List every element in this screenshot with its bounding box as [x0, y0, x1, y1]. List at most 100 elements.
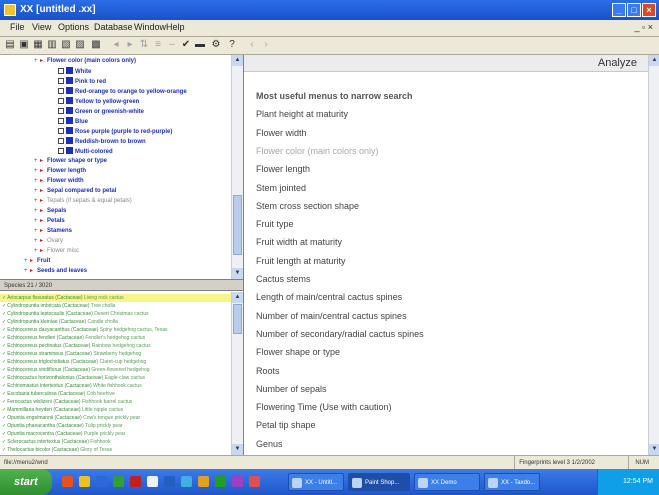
analyze-item[interactable]: Flower color (main colors only)	[256, 144, 379, 158]
tree-item[interactable]: Yellow to yellow-green	[58, 97, 139, 105]
quick-launch-icon[interactable]	[181, 476, 192, 487]
analyze-item[interactable]: Stem cross section shape	[256, 199, 359, 213]
close-button[interactable]: ×	[642, 3, 656, 17]
value-checkbox[interactable]	[58, 128, 64, 134]
value-checkbox[interactable]	[58, 78, 64, 84]
value-checkbox[interactable]	[58, 98, 64, 104]
back-icon[interactable]: ◂	[110, 39, 122, 51]
species-row[interactable]: ✓Echinocereus viridiflorus (Cactaceae) G…	[2, 366, 150, 374]
analyze-item[interactable]: Fruit width at maturity	[256, 235, 342, 249]
analyze-item[interactable]: Cactus stems	[256, 272, 311, 286]
tree-item[interactable]: Blue	[58, 117, 88, 125]
quick-launch-icon[interactable]	[113, 476, 124, 487]
analyze-item[interactable]: Flowering Time (Use with caution)	[256, 400, 392, 414]
analyze-item[interactable]: Fruit type	[256, 217, 294, 231]
list-icon[interactable]: ≡	[152, 39, 164, 51]
tree-item[interactable]: + ▸ Stamens	[34, 227, 72, 235]
scroll-up-icon[interactable]: ▲	[232, 55, 243, 66]
species-scrollbar[interactable]: ▲ ▼	[231, 292, 243, 455]
menu-help[interactable]: Help	[166, 22, 185, 32]
analyze-item[interactable]: Flower length	[256, 162, 310, 176]
species-row[interactable]: ✓Echinocereus triglochidiatus (Cactaceae…	[2, 358, 146, 366]
copy-icon[interactable]: ▧	[60, 39, 72, 51]
quick-launch-icon[interactable]	[147, 476, 158, 487]
start-button[interactable]: start	[0, 469, 52, 495]
menu-file[interactable]: File	[10, 22, 25, 32]
value-checkbox[interactable]	[58, 138, 64, 144]
tree-item[interactable]: Pink to red	[58, 77, 106, 85]
species-row[interactable]: ✓Echinocereus dasyacanthus (Cactaceae) S…	[2, 326, 168, 334]
species-row[interactable]: ✓Cylindropuntia kleiniae (Cactaceae) Can…	[2, 318, 118, 326]
analyze-item[interactable]: Stem jointed	[256, 181, 306, 195]
open-icon[interactable]: ▤	[4, 39, 16, 51]
forward-icon[interactable]: ▸	[124, 39, 136, 51]
sort-icon[interactable]: ⇅	[138, 39, 150, 51]
ok-icon[interactable]: ▬	[194, 39, 206, 51]
tree-item[interactable]: Red-orange to orange to yellow-orange	[58, 87, 187, 95]
value-checkbox[interactable]	[58, 88, 64, 94]
tree-item[interactable]: + ▸ Flower shape or type	[34, 157, 107, 165]
analyze-item[interactable]: Petal tip shape	[256, 418, 316, 432]
tree-item[interactable]: + ▸ Sepal compared to petal	[34, 187, 116, 195]
species-row[interactable]: ✓Echinocereus fendleri (Cactaceae) Fendl…	[2, 334, 145, 342]
analyze-scrollbar[interactable]: ▲ ▼	[648, 55, 659, 455]
species-row[interactable]: ✓Echinocactus horizonthalonius (Cactacea…	[2, 374, 145, 382]
species-row[interactable]: ✓Echinocereus stramineus (Cactaceae) Str…	[2, 350, 141, 358]
taskbar-button-1[interactable]: XX - Untitl...	[288, 473, 344, 491]
tree-icon[interactable]: ▨	[74, 39, 86, 51]
tree-item[interactable]: + ▸ Flower length	[34, 167, 86, 175]
help-icon[interactable]: ?	[226, 39, 238, 51]
species-row[interactable]: ✓Ferocactus wislizeni (Cactaceae) Fishho…	[2, 398, 132, 406]
quick-launch-icon[interactable]	[249, 476, 260, 487]
analyze-item[interactable]: Number of secondary/radial cactus spines	[256, 327, 424, 341]
menu-window[interactable]: Window	[134, 22, 166, 32]
tree-item[interactable]: + ▸ Ovary	[34, 237, 63, 245]
species-row[interactable]: ✓Sclerocactus intertextus (Cactaceae) Fi…	[2, 438, 111, 446]
species-row[interactable]: ✓Escobaria tuberculosa (Cactaceae) Cob b…	[2, 390, 115, 398]
tree-item[interactable]: + ▸ Flower misc	[34, 247, 79, 255]
value-checkbox[interactable]	[58, 68, 64, 74]
dash-icon[interactable]: –	[166, 39, 178, 51]
maximize-button[interactable]: □	[627, 3, 641, 17]
quick-launch-icon[interactable]	[96, 476, 107, 487]
quick-launch-icon[interactable]	[198, 476, 209, 487]
quick-launch-icon[interactable]	[62, 476, 73, 487]
scroll-thumb[interactable]	[233, 195, 242, 255]
quick-launch-icon[interactable]	[215, 476, 226, 487]
quick-launch-icon[interactable]	[79, 476, 90, 487]
tree-item[interactable]: White	[58, 67, 91, 75]
analyze-item[interactable]: Flower shape or type	[256, 345, 340, 359]
tree-item[interactable]: + ▸ Sepals	[34, 207, 66, 215]
minimize-button[interactable]: _	[612, 3, 626, 17]
species-row[interactable]: ✓Echinocereus pectinatus (Cactaceae) Rai…	[2, 342, 151, 350]
print-icon[interactable]: ▦	[32, 39, 44, 51]
tree-item[interactable]: + ▸ Seeds and leaves	[24, 267, 87, 275]
quick-launch-icon[interactable]	[164, 476, 175, 487]
tree-item[interactable]: + ▸ Fruit	[24, 257, 50, 265]
analyze-item[interactable]: Fruit length at maturity	[256, 254, 346, 268]
scroll-up-icon[interactable]: ▲	[649, 55, 659, 66]
analyze-item[interactable]: Plant height at maturity	[256, 107, 348, 121]
filter-icon[interactable]: ▩	[90, 39, 102, 51]
check-icon[interactable]: ✔	[180, 39, 192, 51]
species-row[interactable]: ✓Thelocactus bicolor (Cactaceae) Glory o…	[2, 446, 112, 454]
tree-item[interactable]: + ▸ Petals	[34, 217, 65, 225]
species-row[interactable]: ✓Mammillaria heyderi (Cactaceae) Little …	[2, 406, 123, 414]
analyze-item[interactable]: Roots	[256, 364, 280, 378]
scroll-down-icon[interactable]: ▼	[232, 268, 243, 279]
quick-launch-icon[interactable]	[130, 476, 141, 487]
analyze-item[interactable]: Number of sepals	[256, 382, 327, 396]
species-row[interactable]: ✓Ariocarpus fissuratus (Cactaceae) Livin…	[0, 294, 231, 302]
tree-item[interactable]: + ▸ Flower width	[34, 177, 84, 185]
analyze-item[interactable]: Number of main/central cactus spines	[256, 309, 407, 323]
menu-view[interactable]: View	[32, 22, 51, 32]
taskbar-button-3[interactable]: XX Demo	[414, 473, 480, 491]
taskbar-button-4[interactable]: XX - Taxdo...	[484, 473, 540, 491]
tree-item[interactable]: + ▸ Flower color (main colors only)	[34, 57, 136, 65]
gear-icon[interactable]: ⚙	[210, 39, 222, 51]
tree-item[interactable]: + ▸ Tepals (if sepals & equal petals)	[34, 197, 132, 205]
species-row[interactable]: ✓Echinomastus intertextus (Cactaceae) Wh…	[2, 382, 142, 390]
tree-scrollbar[interactable]: ▲ ▼	[231, 55, 243, 279]
tree-item[interactable]: Rose purple (purple to red-purple)	[58, 127, 172, 135]
mdi-controls[interactable]: _ ▫ ×	[635, 22, 653, 32]
